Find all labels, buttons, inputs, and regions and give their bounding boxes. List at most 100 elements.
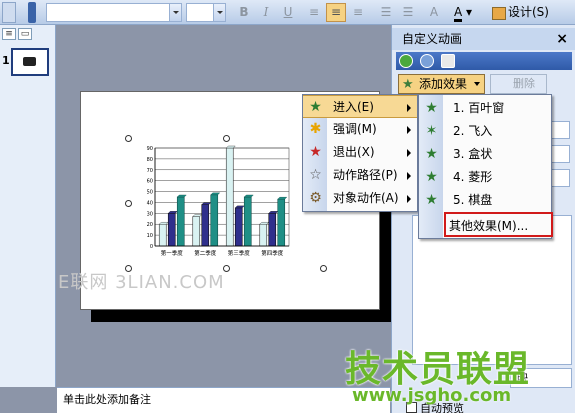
chevron-down-icon[interactable] <box>169 4 181 21</box>
task-pane-nav-bar <box>396 52 572 70</box>
menu-item-motion-path[interactable]: ☆ 动作路径(P) <box>303 164 417 187</box>
chevron-down-icon <box>474 82 480 86</box>
forward-icon[interactable] <box>420 54 434 68</box>
emphasis-star-icon: ✱ <box>309 121 322 137</box>
menu-item-label: 强调(M) <box>333 122 377 136</box>
submenu-item-box[interactable]: ★ 3. 盒状 <box>419 143 551 166</box>
slide-thumbnail[interactable] <box>11 48 49 76</box>
submenu-item-label: 4. 菱形 <box>453 170 493 184</box>
formatting-toolbar: B I U ≡ ≡ ≡ ☰ ☰ A A ▾ 设计(S) <box>0 0 575 25</box>
x-tick-label: 第二季度 <box>194 249 217 257</box>
y-tick-label: 30 <box>147 211 153 217</box>
menu-item-emphasis[interactable]: ✱ 强调(M) <box>303 118 417 141</box>
chart-bar <box>201 204 210 247</box>
y-tick-label: 10 <box>147 233 153 239</box>
chevron-down-icon[interactable] <box>213 4 225 21</box>
x-tick-label: 第三季度 <box>228 249 251 257</box>
slide-thumbnails-pane: ≡ ▭ 1 <box>0 25 56 387</box>
menu-item-entrance[interactable]: ★ 进入(E) <box>303 95 417 118</box>
submenu-arrow-icon <box>407 172 411 180</box>
y-tick-label: 90 <box>147 146 153 152</box>
chart-bar <box>167 213 176 247</box>
y-tick-label: 20 <box>147 222 153 228</box>
toolbar-handle[interactable] <box>2 2 16 23</box>
box-star-icon: ★ <box>425 146 438 162</box>
bar-chart[interactable]: 0 10 20 30 40 50 60 70 80 90 第一季度 第二季度 第三季度 第四季度 <box>141 142 293 266</box>
menu-item-exit[interactable]: ★ 退出(X) <box>303 141 417 164</box>
home-icon[interactable] <box>441 54 455 68</box>
add-effect-menu: ★ 进入(E) ✱ 强调(M) ★ 退出(X) ☆ 动作路径(P) ⚙ 对象动作… <box>302 94 418 212</box>
add-effect-label: 添加效果 <box>419 77 468 91</box>
align-center-icon[interactable]: ≡ <box>326 3 346 22</box>
submenu-arrow-icon <box>407 195 411 203</box>
bar-chart-svg: 0 10 20 30 40 50 60 70 80 90 第一季度 第二季度 第三季度 第四季度 <box>147 145 290 257</box>
font-color-icon: A <box>454 6 463 22</box>
entrance-star-icon: ★ <box>309 99 322 115</box>
task-pane-title: 自定义动画 × <box>392 28 575 50</box>
numbering-icon[interactable]: ☰ <box>376 3 396 22</box>
chart-bar <box>277 198 286 247</box>
submenu-item-label: 2. 飞入 <box>453 124 493 138</box>
y-tick-label: 80 <box>147 157 153 163</box>
object-action-icon: ⚙ <box>309 190 322 206</box>
x-tick-label: 第四季度 <box>261 249 284 257</box>
selection-handle[interactable] <box>125 200 132 207</box>
chart-bar <box>210 194 219 247</box>
delete-button[interactable]: 删除 <box>490 74 547 94</box>
font-size-combo[interactable] <box>186 3 226 22</box>
y-tick-label: 50 <box>147 190 153 196</box>
add-effect-button[interactable]: ★ 添加效果 <box>398 74 485 94</box>
menu-item-label: 退出(X) <box>333 145 375 159</box>
chart-bar-top <box>225 145 236 149</box>
chart-bar <box>176 196 185 247</box>
chart-bar <box>225 147 234 247</box>
chart-bar <box>234 207 243 247</box>
y-tick-label: 40 <box>147 200 153 206</box>
close-icon[interactable]: × <box>556 28 568 50</box>
y-tick-label: 70 <box>147 168 153 174</box>
italic-button[interactable]: I <box>256 3 276 22</box>
submenu-item-label: 5. 棋盘 <box>453 193 493 207</box>
underline-button[interactable]: U <box>278 3 298 22</box>
submenu-item-blinds[interactable]: ★ 1. 百叶窗 <box>419 97 551 120</box>
y-tick-label: 0 <box>150 244 153 250</box>
checkerboard-star-icon: ★ <box>425 192 438 208</box>
diamond-star-icon: ★ <box>425 169 438 185</box>
design-button[interactable]: 设计(S) <box>490 3 549 22</box>
chart-bar <box>243 196 252 247</box>
task-pane-title-text: 自定义动画 <box>402 32 463 46</box>
submenu-item-label: 1. 百叶窗 <box>453 101 505 115</box>
toolbar-grip[interactable] <box>28 2 36 23</box>
selection-handle[interactable] <box>125 135 132 142</box>
bullets-icon[interactable]: ☰ <box>398 3 418 22</box>
grow-font-icon[interactable]: A <box>424 3 444 22</box>
watermark-jsgho-url: www.jsgho.com <box>352 385 512 406</box>
menu-item-object-action[interactable]: ⚙ 对象动作(A) <box>303 187 417 210</box>
selection-handle[interactable] <box>320 265 327 272</box>
submenu-item-label: 3. 盒状 <box>453 147 493 161</box>
chart-bar <box>192 216 201 247</box>
blinds-star-icon: ★ <box>425 100 438 116</box>
align-left-icon[interactable]: ≡ <box>304 3 324 22</box>
fly-in-star-icon: ✶ <box>425 123 438 139</box>
menu-item-label: 对象动作(A) <box>333 191 399 205</box>
add-effect-star-icon: ★ <box>402 77 414 92</box>
submenu-item-fly-in[interactable]: ✶ 2. 飞入 <box>419 120 551 143</box>
x-tick-label: 第一季度 <box>161 249 184 257</box>
bold-button[interactable]: B <box>234 3 254 22</box>
highlight-red-box <box>444 212 553 237</box>
menu-item-label: 动作路径(P) <box>333 168 398 182</box>
y-tick-label: 60 <box>147 179 153 185</box>
submenu-item-checkerboard[interactable]: ★ 5. 棋盘 <box>419 189 551 212</box>
align-right-icon[interactable]: ≡ <box>348 3 368 22</box>
selection-handle[interactable] <box>223 135 230 142</box>
font-name-combo[interactable] <box>46 3 182 22</box>
submenu-arrow-icon <box>407 104 411 112</box>
font-color-button[interactable]: A ▾ <box>450 3 480 22</box>
submenu-item-diamond[interactable]: ★ 4. 菱形 <box>419 166 551 189</box>
back-icon[interactable] <box>399 54 413 68</box>
slides-tab-icon[interactable]: ▭ <box>18 28 32 40</box>
outline-tab-icon[interactable]: ≡ <box>2 28 16 40</box>
notes-area[interactable]: 单击此处添加备注 <box>57 387 390 413</box>
slide-number: 1 <box>2 54 10 67</box>
